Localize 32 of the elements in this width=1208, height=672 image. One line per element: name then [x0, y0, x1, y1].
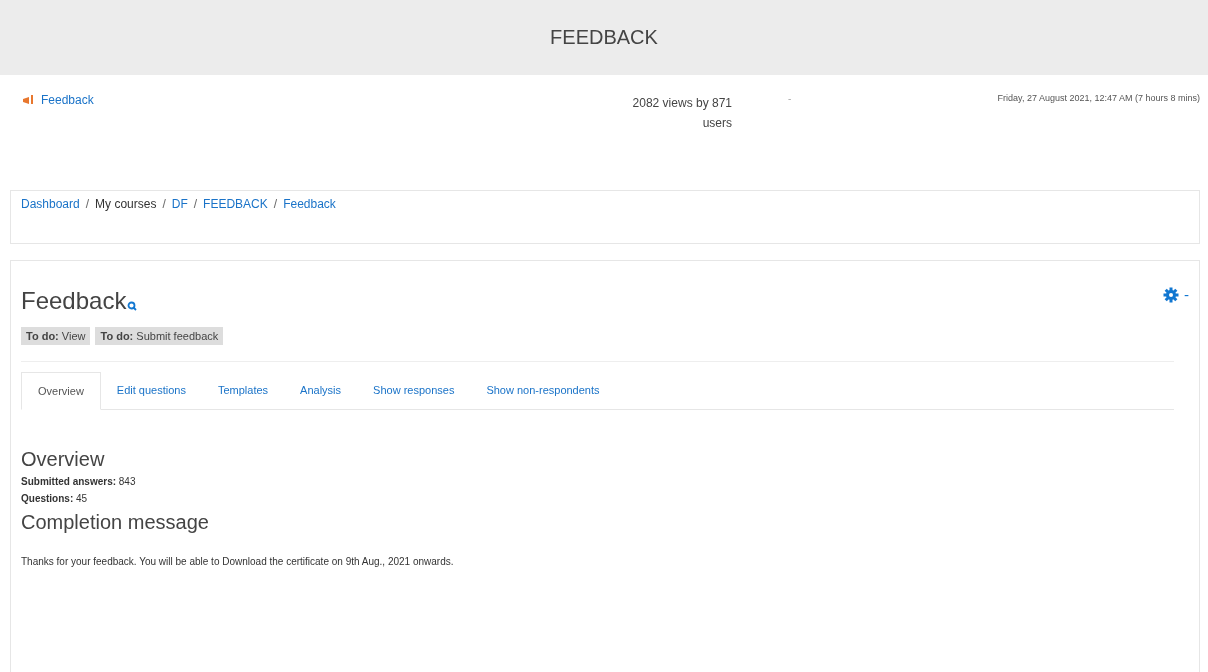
todo-badge: To do: Submit feedback	[95, 327, 224, 345]
separator-text: -	[788, 93, 792, 104]
stat-text: Submitted answers: 843	[21, 475, 137, 489]
date-text: Friday, 27 August 2021, 12:47 AM (7 hours 8 mins)	[997, 93, 1200, 103]
section-heading: Overview	[21, 448, 106, 471]
breadcrumb-separator: /	[162, 197, 166, 211]
megaphone-icon	[22, 94, 36, 106]
page-title: Feedback	[21, 287, 127, 315]
tab[interactable]: Templates	[201, 372, 285, 409]
tab[interactable]: Overview	[21, 372, 101, 410]
activity-link[interactable]: Feedback	[41, 93, 94, 107]
caret-text[interactable]: -	[1183, 287, 1189, 303]
stat-text: Questions: 45	[21, 492, 89, 506]
breadcrumb-link[interactable]: Dashboard	[21, 197, 80, 211]
breadcrumb-link[interactable]: FEEDBACK	[203, 197, 268, 211]
views-count: 2082 views by 871 users	[631, 95, 732, 132]
tab[interactable]: Edit questions	[100, 372, 202, 409]
breadcrumb-link[interactable]: DF	[171, 197, 188, 211]
todo-badge: To do: View	[21, 327, 91, 345]
tab[interactable]: Show responses	[357, 372, 471, 409]
breadcrumb-text: My courses	[95, 197, 157, 211]
breadcrumb-separator: /	[193, 197, 198, 211]
breadcrumb-separator: /	[273, 197, 278, 211]
tab[interactable]: Show non-respondents	[470, 372, 616, 409]
breadcrumb-link[interactable]: Feedback	[283, 197, 336, 211]
section-heading: Completion message	[21, 511, 210, 534]
tab[interactable]: Analysis	[284, 372, 358, 409]
settings-icon[interactable]	[1162, 287, 1179, 303]
page-header-title: FEEDBACK	[550, 26, 658, 49]
search-icon[interactable]	[127, 301, 138, 311]
breadcrumb-separator: /	[85, 197, 90, 211]
completion-message: Thanks for your feedback. You will be able to Download the certificate on 9th Aug., 2021 onwards.	[21, 556, 455, 567]
